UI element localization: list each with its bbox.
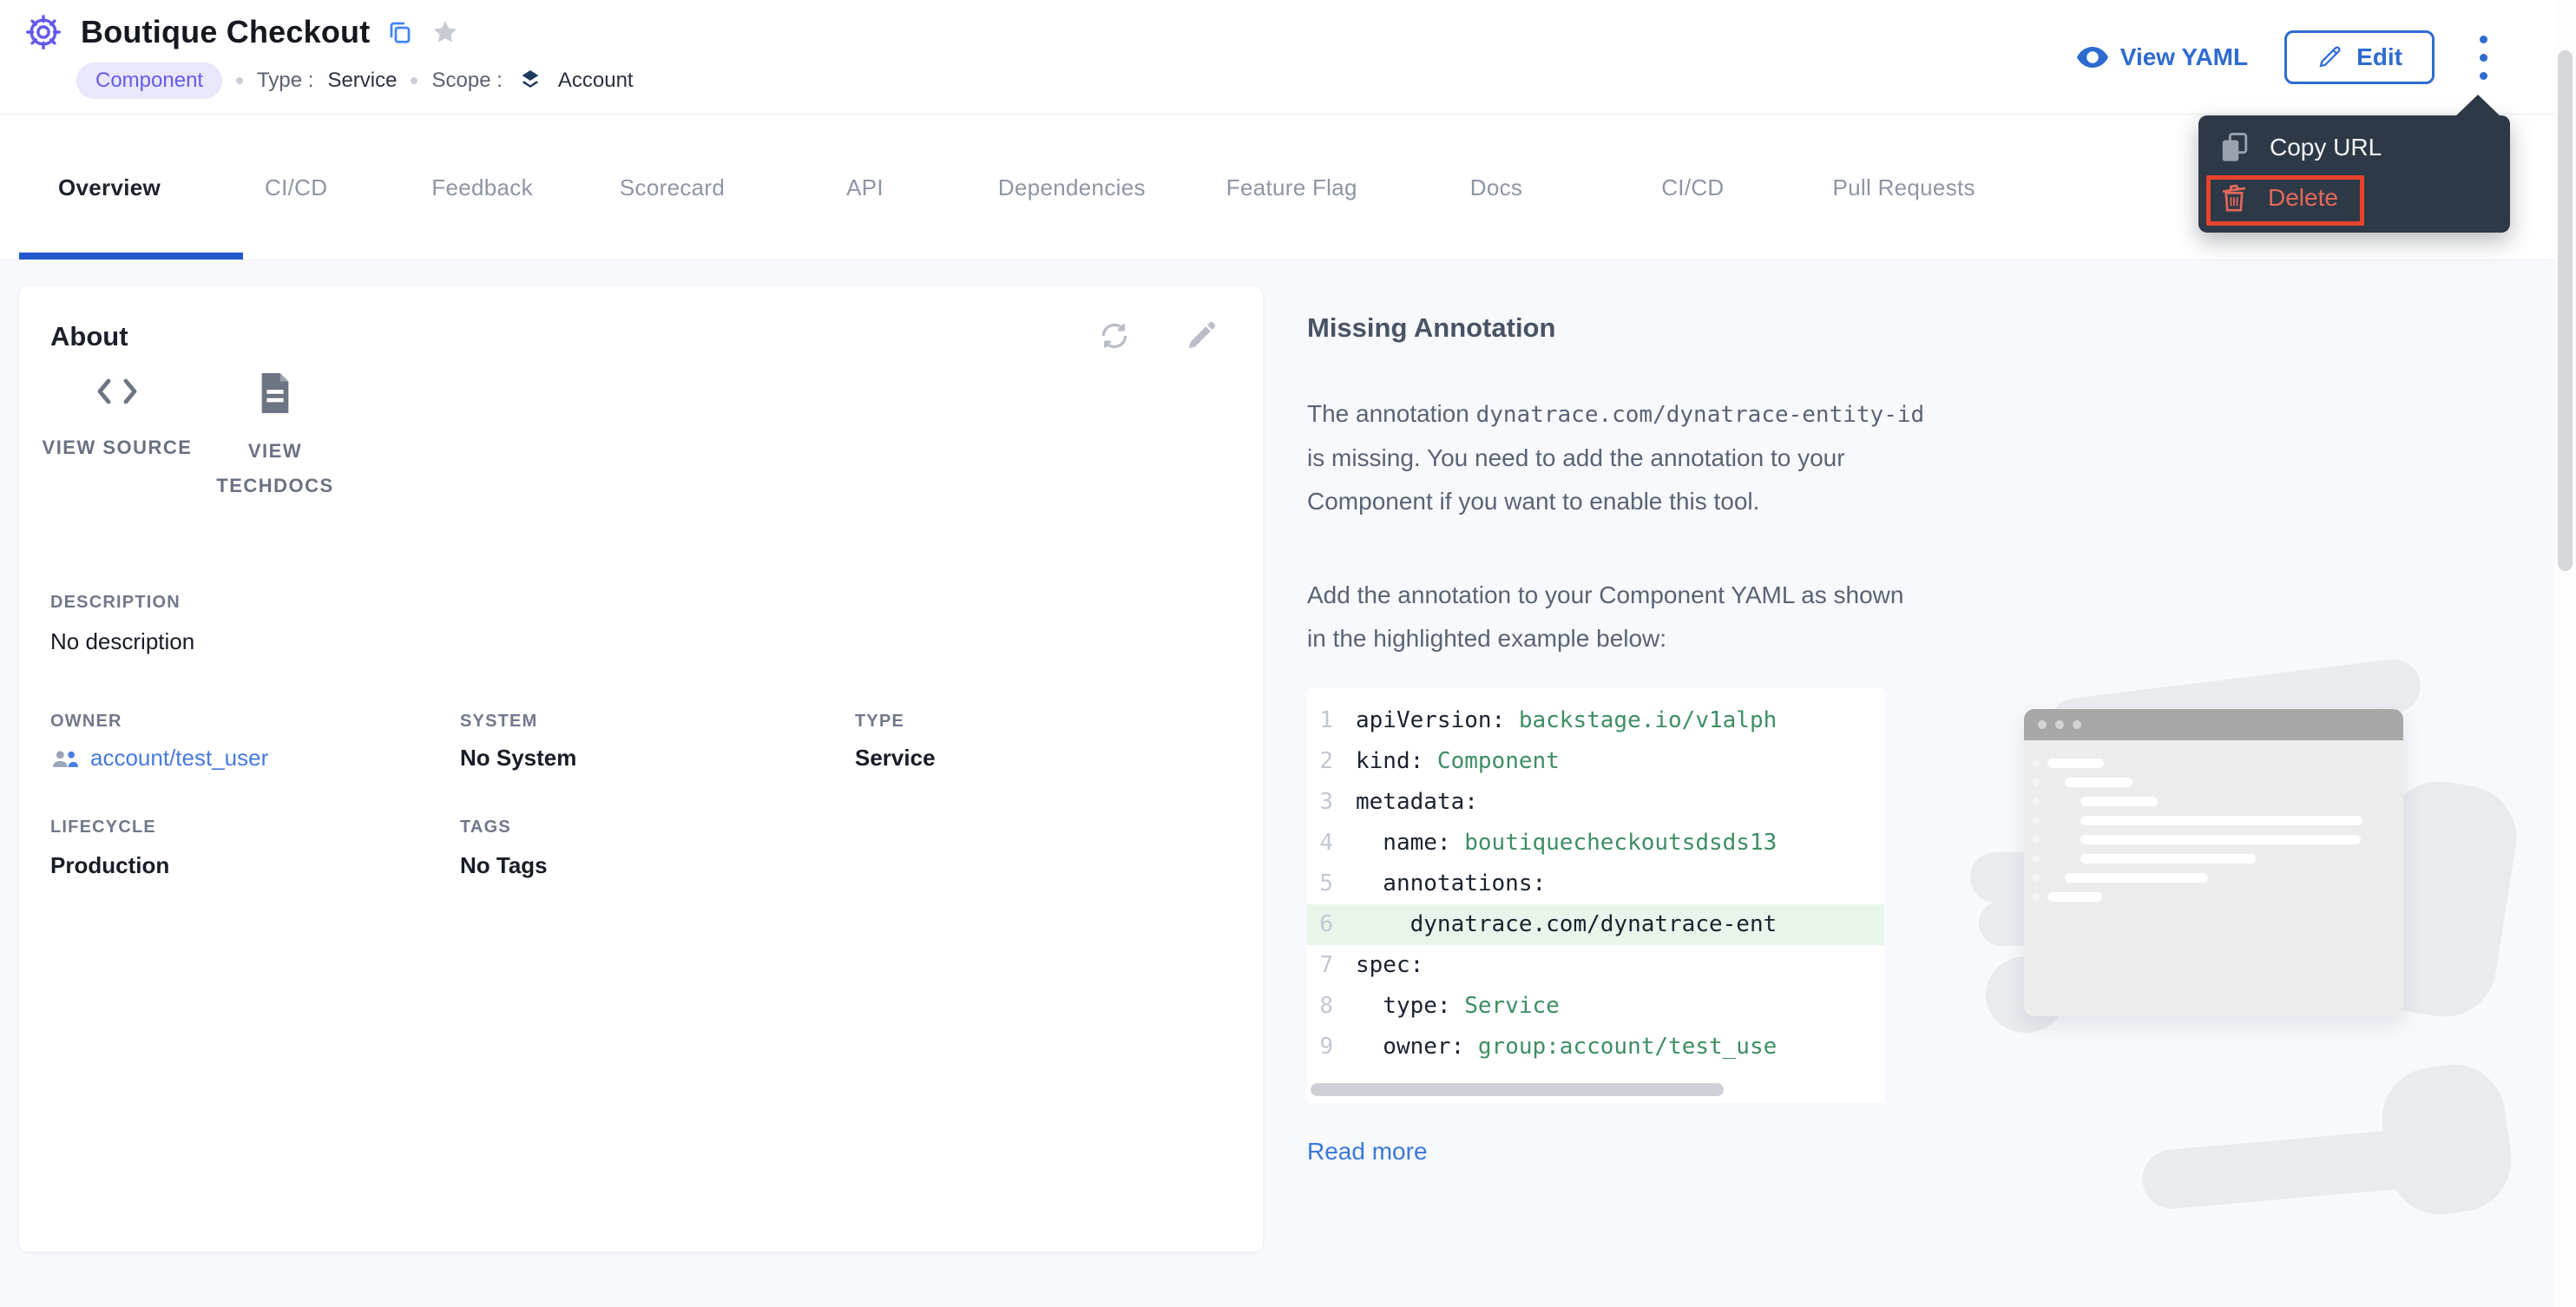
copy-icon[interactable] [387,19,413,45]
page-scrollbar-thumb[interactable] [2558,50,2573,571]
yaml-code-block: 1apiVersion: backstage.io/v1alph 2kind: … [1307,688,1884,1103]
view-techdocs-label: VIEW TECHDOCS [193,434,358,503]
owner-label: OWNER [50,712,122,732]
description-label: DESCRIPTION [50,593,181,613]
gear-icon [23,12,63,52]
refresh-icon[interactable] [1098,319,1131,352]
context-menu: Copy URL Delete [2198,115,2510,233]
tab-overview[interactable]: Overview [58,174,161,201]
header-actions: View YAML Edit [2077,0,2496,115]
code-line: 3metadata: [1307,782,1884,823]
annotation-key: dynatrace.com/dynatrace-entity-id [1476,402,1925,428]
mini-window-titlebar [2024,709,2403,740]
view-source-label: VIEW SOURCE [35,430,200,465]
page-header: Boutique Checkout Component Type : [0,0,2576,115]
code-editor-illustration [1953,625,2560,1232]
code-line: 2kind: Component [1307,741,1884,782]
system-value: No System [460,745,576,772]
eye-icon [2077,46,2108,69]
content-area: About [0,260,2576,1307]
layers-icon [516,67,544,95]
tags-label: TAGS [460,818,511,837]
tab-dependencies[interactable]: Dependencies [998,174,1146,201]
owner-value: account/test_user [90,745,268,772]
code-line: 4 name: boutiquecheckoutsdsds13 [1307,823,1884,864]
code-line-highlighted: 6 dynatrace.com/dynatrace-ent [1307,904,1884,945]
tab-cicd-1[interactable]: CI/CD [265,174,327,201]
edit-about-pencil-icon[interactable] [1185,319,1218,352]
lifecycle-label: LIFECYCLE [50,818,156,837]
tab-feedback[interactable]: Feedback [431,174,533,201]
kind-badge: Component [76,62,222,99]
scope-label: Scope : [431,69,502,93]
menu-item-delete[interactable]: Delete [2198,174,2510,221]
about-card: About [19,286,1263,1251]
type-field-value: Service [855,745,936,772]
tab-feature-flag[interactable]: Feature Flag [1226,174,1357,201]
trash-icon [2221,183,2247,213]
type-value: Service [327,69,397,93]
code-line: 5 annotations: [1307,864,1884,904]
page-title: Boutique Checkout [81,14,370,50]
annotation-description: The annotation dynatrace.com/dynatrace-e… [1307,392,1925,523]
code-line: 9 owner: group:account/test_use [1307,1027,1884,1067]
kebab-menu-icon[interactable] [2471,30,2496,85]
type-label: Type : [257,69,313,93]
page-scrollbar-track [2554,0,2576,1307]
edit-label: Edit [2356,43,2402,71]
owner-link[interactable]: account/test_user [50,745,268,772]
dot-separator [411,77,417,84]
dot-separator [236,77,243,84]
header-left: Boutique Checkout Component Type : [23,12,634,99]
missing-annotation-panel: Missing Annotation The annotation dynatr… [1307,286,1925,1166]
document-icon [193,373,358,413]
copy-url-icon [2221,133,2249,162]
star-icon[interactable] [430,17,460,47]
code-icon [35,373,200,410]
edit-button[interactable]: Edit [2284,30,2435,84]
scope-value: Account [558,69,634,93]
description-value: No description [50,628,194,655]
active-tab-indicator [19,253,243,259]
tab-scorecard[interactable]: Scorecard [620,174,725,201]
view-yaml-button[interactable]: View YAML [2077,43,2248,71]
annotation-instruction: Add the annotation to your Component YAM… [1307,574,1925,660]
tab-pull-requests[interactable]: Pull Requests [1833,174,1975,201]
read-more-link[interactable]: Read more [1307,1138,1428,1166]
code-line: 8 type: Service [1307,986,1884,1027]
tab-bar: Overview CI/CD Feedback Scorecard API De… [0,115,2576,260]
view-yaml-label: View YAML [2120,43,2248,71]
system-label: SYSTEM [460,712,537,732]
view-source-link[interactable]: VIEW SOURCE [35,373,200,465]
entity-page: Boutique Checkout Component Type : [0,0,2576,1307]
entity-meta-row: Component Type : Service Scope : Account [23,62,634,99]
lifecycle-value: Production [50,852,169,879]
about-title: About [50,321,128,352]
tab-api[interactable]: API [846,174,884,201]
pencil-icon [2316,44,2343,70]
tab-cicd-2[interactable]: CI/CD [1661,174,1724,201]
delete-label: Delete [2268,184,2338,212]
tags-value: No Tags [460,852,548,879]
code-line: 7spec: [1307,945,1884,986]
code-horizontal-scrollbar[interactable] [1311,1083,1724,1096]
view-techdocs-link[interactable]: VIEW TECHDOCS [193,373,358,503]
menu-arrow [2454,95,2501,117]
tab-docs[interactable]: Docs [1470,174,1522,201]
group-icon [50,748,80,769]
type-field-label: TYPE [855,712,904,732]
mini-browser-window [2024,709,2403,1016]
missing-annotation-title: Missing Annotation [1307,312,1925,344]
menu-item-copy-url[interactable]: Copy URL [2198,124,2510,171]
copy-url-label: Copy URL [2270,134,2382,161]
code-line: 1apiVersion: backstage.io/v1alph [1307,700,1884,741]
